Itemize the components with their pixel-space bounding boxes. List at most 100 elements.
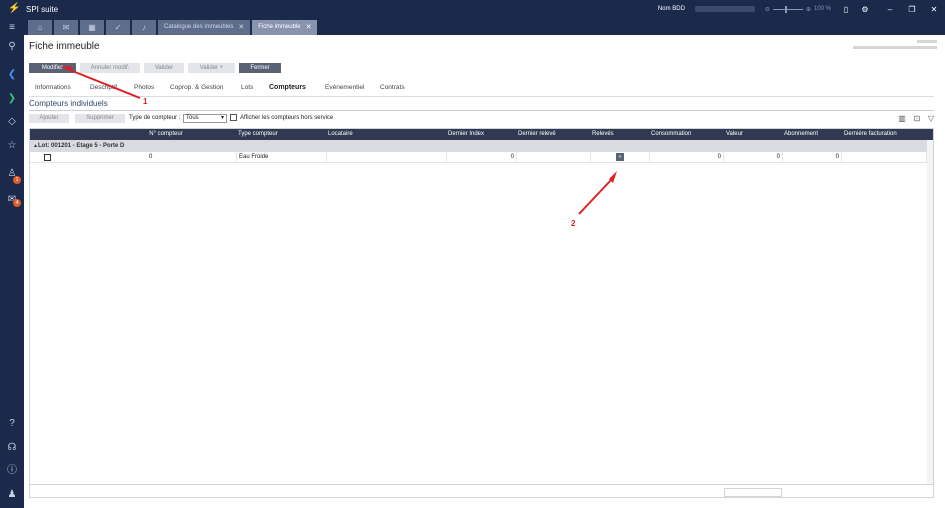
minimize-button[interactable]: –: [879, 5, 901, 14]
nav-back-icon[interactable]: ❮: [0, 65, 24, 85]
tab-photos[interactable]: Photos: [134, 82, 154, 94]
column-header[interactable]: Dernier relevé: [518, 129, 578, 140]
tab-compteurs[interactable]: Compteurs: [269, 82, 306, 94]
close-window-button[interactable]: ✕: [923, 5, 945, 14]
zoom-control: ⊖ ⊕ 100 %: [765, 5, 831, 13]
mail-tab-icon[interactable]: ✉: [54, 20, 78, 35]
column-header[interactable]: Dernier Index: [448, 129, 508, 140]
valider-plus-button[interactable]: Valider +: [188, 63, 235, 73]
restore-button[interactable]: ❐: [901, 5, 923, 14]
cell-valeur[interactable]: 0: [724, 152, 783, 163]
table-row[interactable]: 0 Eau Froide 0 0 0 0 »: [30, 152, 933, 163]
left-nav: ≡ ⚲ ❮ ❯ ◇ ☆ ♙ 1 ✉ 4 ? ☊ ⓘ ♟: [0, 18, 24, 508]
code-icon[interactable]: ◇: [0, 112, 24, 132]
redacted-info: [917, 40, 937, 43]
help-icon[interactable]: ?: [0, 414, 24, 434]
annotation-number-1: 1: [143, 97, 148, 106]
section-title: Compteurs individuels: [29, 99, 108, 108]
hors-service-checkbox[interactable]: [230, 114, 237, 121]
settings-icon[interactable]: ⚙: [860, 5, 870, 14]
fermer-button[interactable]: Fermer: [239, 63, 281, 73]
info-icon[interactable]: ⓘ: [0, 461, 24, 481]
modifier-button[interactable]: Modifier: [29, 63, 76, 73]
user-icon[interactable]: ♟: [0, 485, 24, 505]
grid-header: N° compteur Type compteur Locataire Dern…: [30, 129, 933, 140]
group-label: Lot: 001201 - Etage 5 - Porte D: [38, 143, 125, 149]
cell-locataire[interactable]: [327, 152, 447, 163]
calendar-tab-icon[interactable]: ▦: [80, 20, 104, 35]
check-tab-icon[interactable]: ✓: [106, 20, 130, 35]
ajouter-button[interactable]: Ajouter: [29, 114, 69, 123]
minus-icon[interactable]: ⊖: [765, 6, 770, 13]
column-header[interactable]: Type compteur: [238, 129, 318, 140]
type-compteur-label: Type de compteur :: [129, 115, 181, 121]
mail-badge: 4: [13, 199, 21, 207]
columns-icon[interactable]: ▥: [897, 114, 907, 123]
filter-icon[interactable]: ▽: [926, 114, 936, 123]
cell-dernier-index[interactable]: 0: [447, 152, 517, 163]
main-content: Fiche immeuble Modifier Annuler modif. V…: [24, 35, 945, 508]
tab-fiche-immeuble[interactable]: Fiche immeuble ✕: [252, 20, 318, 35]
star-icon[interactable]: ☆: [0, 136, 24, 156]
cell-consommation[interactable]: 0: [650, 152, 724, 163]
menu-icon[interactable]: ≡: [0, 18, 24, 38]
column-header[interactable]: Valeur: [726, 129, 766, 140]
close-icon[interactable]: ✕: [306, 20, 312, 35]
divider: [29, 110, 934, 111]
title-bar: ⚡ SPI suite Nom BDD ⊖ ⊕ 100 % ▯ ⚙ – ❐ ✕: [0, 0, 945, 18]
cell-numero[interactable]: 0: [147, 152, 237, 163]
close-icon[interactable]: ✕: [238, 20, 244, 35]
zoom-value: 100 %: [813, 6, 831, 12]
tab-coprop-gestion[interactable]: Coprop. & Gestion: [170, 82, 223, 94]
document-icon[interactable]: ▯: [841, 5, 851, 14]
plus-icon[interactable]: ⊕: [806, 6, 811, 13]
valider-button[interactable]: Valider: [144, 63, 184, 73]
column-header[interactable]: N° compteur: [120, 129, 212, 140]
releves-button[interactable]: »: [616, 153, 624, 161]
column-header[interactable]: Abonnement: [784, 129, 834, 140]
annuler-modif-button[interactable]: Annuler modif.: [80, 63, 140, 73]
grid-footer: [30, 484, 933, 485]
search-icon[interactable]: ⚲: [0, 37, 24, 57]
tab-evenementiel[interactable]: Evénementiel: [325, 82, 364, 94]
divider: [29, 96, 934, 97]
db-name-value: [694, 6, 755, 12]
compteurs-grid: N° compteur Type compteur Locataire Dern…: [29, 128, 934, 498]
column-header[interactable]: Relevés: [592, 129, 632, 140]
column-header[interactable]: Consommation: [651, 129, 711, 140]
bell-tab-icon[interactable]: ♪: [132, 20, 156, 35]
spi-logo-icon: ⚡: [8, 3, 21, 14]
support-icon[interactable]: ☊: [0, 438, 24, 458]
zoom-slider[interactable]: [772, 5, 803, 13]
column-header[interactable]: Locataire: [328, 129, 408, 140]
app-title: SPI suite: [26, 4, 59, 14]
chevron-down-icon: ▾: [220, 115, 224, 121]
cell-derniere-facturation[interactable]: [842, 152, 927, 163]
supprimer-button[interactable]: Supprimer: [75, 114, 125, 123]
tab-catalogue[interactable]: Catalogue des immeubles ✕: [158, 20, 251, 35]
home-tab-icon[interactable]: ⌂: [28, 20, 52, 35]
column-header[interactable]: Dernière facturation: [844, 129, 924, 140]
tab-informations[interactable]: Informations: [35, 82, 71, 94]
row-checkbox[interactable]: [44, 154, 51, 161]
page-title: Fiche immeuble: [29, 41, 100, 52]
subtab-bar: Informations Descriptif Photos Coprop. &…: [29, 82, 934, 97]
tab-label: Fiche immeuble: [258, 24, 301, 30]
annotation-number-2: 2: [571, 219, 576, 228]
cell-type[interactable]: Eau Froide: [237, 152, 327, 163]
nav-forward-icon[interactable]: ❯: [0, 89, 24, 109]
group-row[interactable]: ▲ Lot: 001201 - Etage 5 - Porte D: [30, 140, 933, 152]
tab-strip: ⌂ ✉ ▦ ✓ ♪ Catalogue des immeubles ✕ Fich…: [24, 18, 945, 35]
db-name-label: Nom BDD: [657, 6, 685, 12]
footer-total-cell: [724, 488, 782, 497]
tab-descriptif[interactable]: Descriptif: [90, 82, 117, 94]
select-value: Tous: [186, 115, 199, 121]
export-icon[interactable]: ⊡: [912, 114, 922, 123]
vertical-scrollbar[interactable]: [927, 140, 933, 485]
cell-dernier-releve[interactable]: [517, 152, 591, 163]
tab-lots[interactable]: Lots: [241, 82, 253, 94]
type-compteur-select[interactable]: Tous ▾: [183, 114, 227, 123]
cell-abonnement[interactable]: 0: [783, 152, 842, 163]
tab-contrats[interactable]: Contrats: [380, 82, 405, 94]
grid-toolbar: Ajouter Supprimer Type de compteur : Tou…: [29, 114, 934, 124]
